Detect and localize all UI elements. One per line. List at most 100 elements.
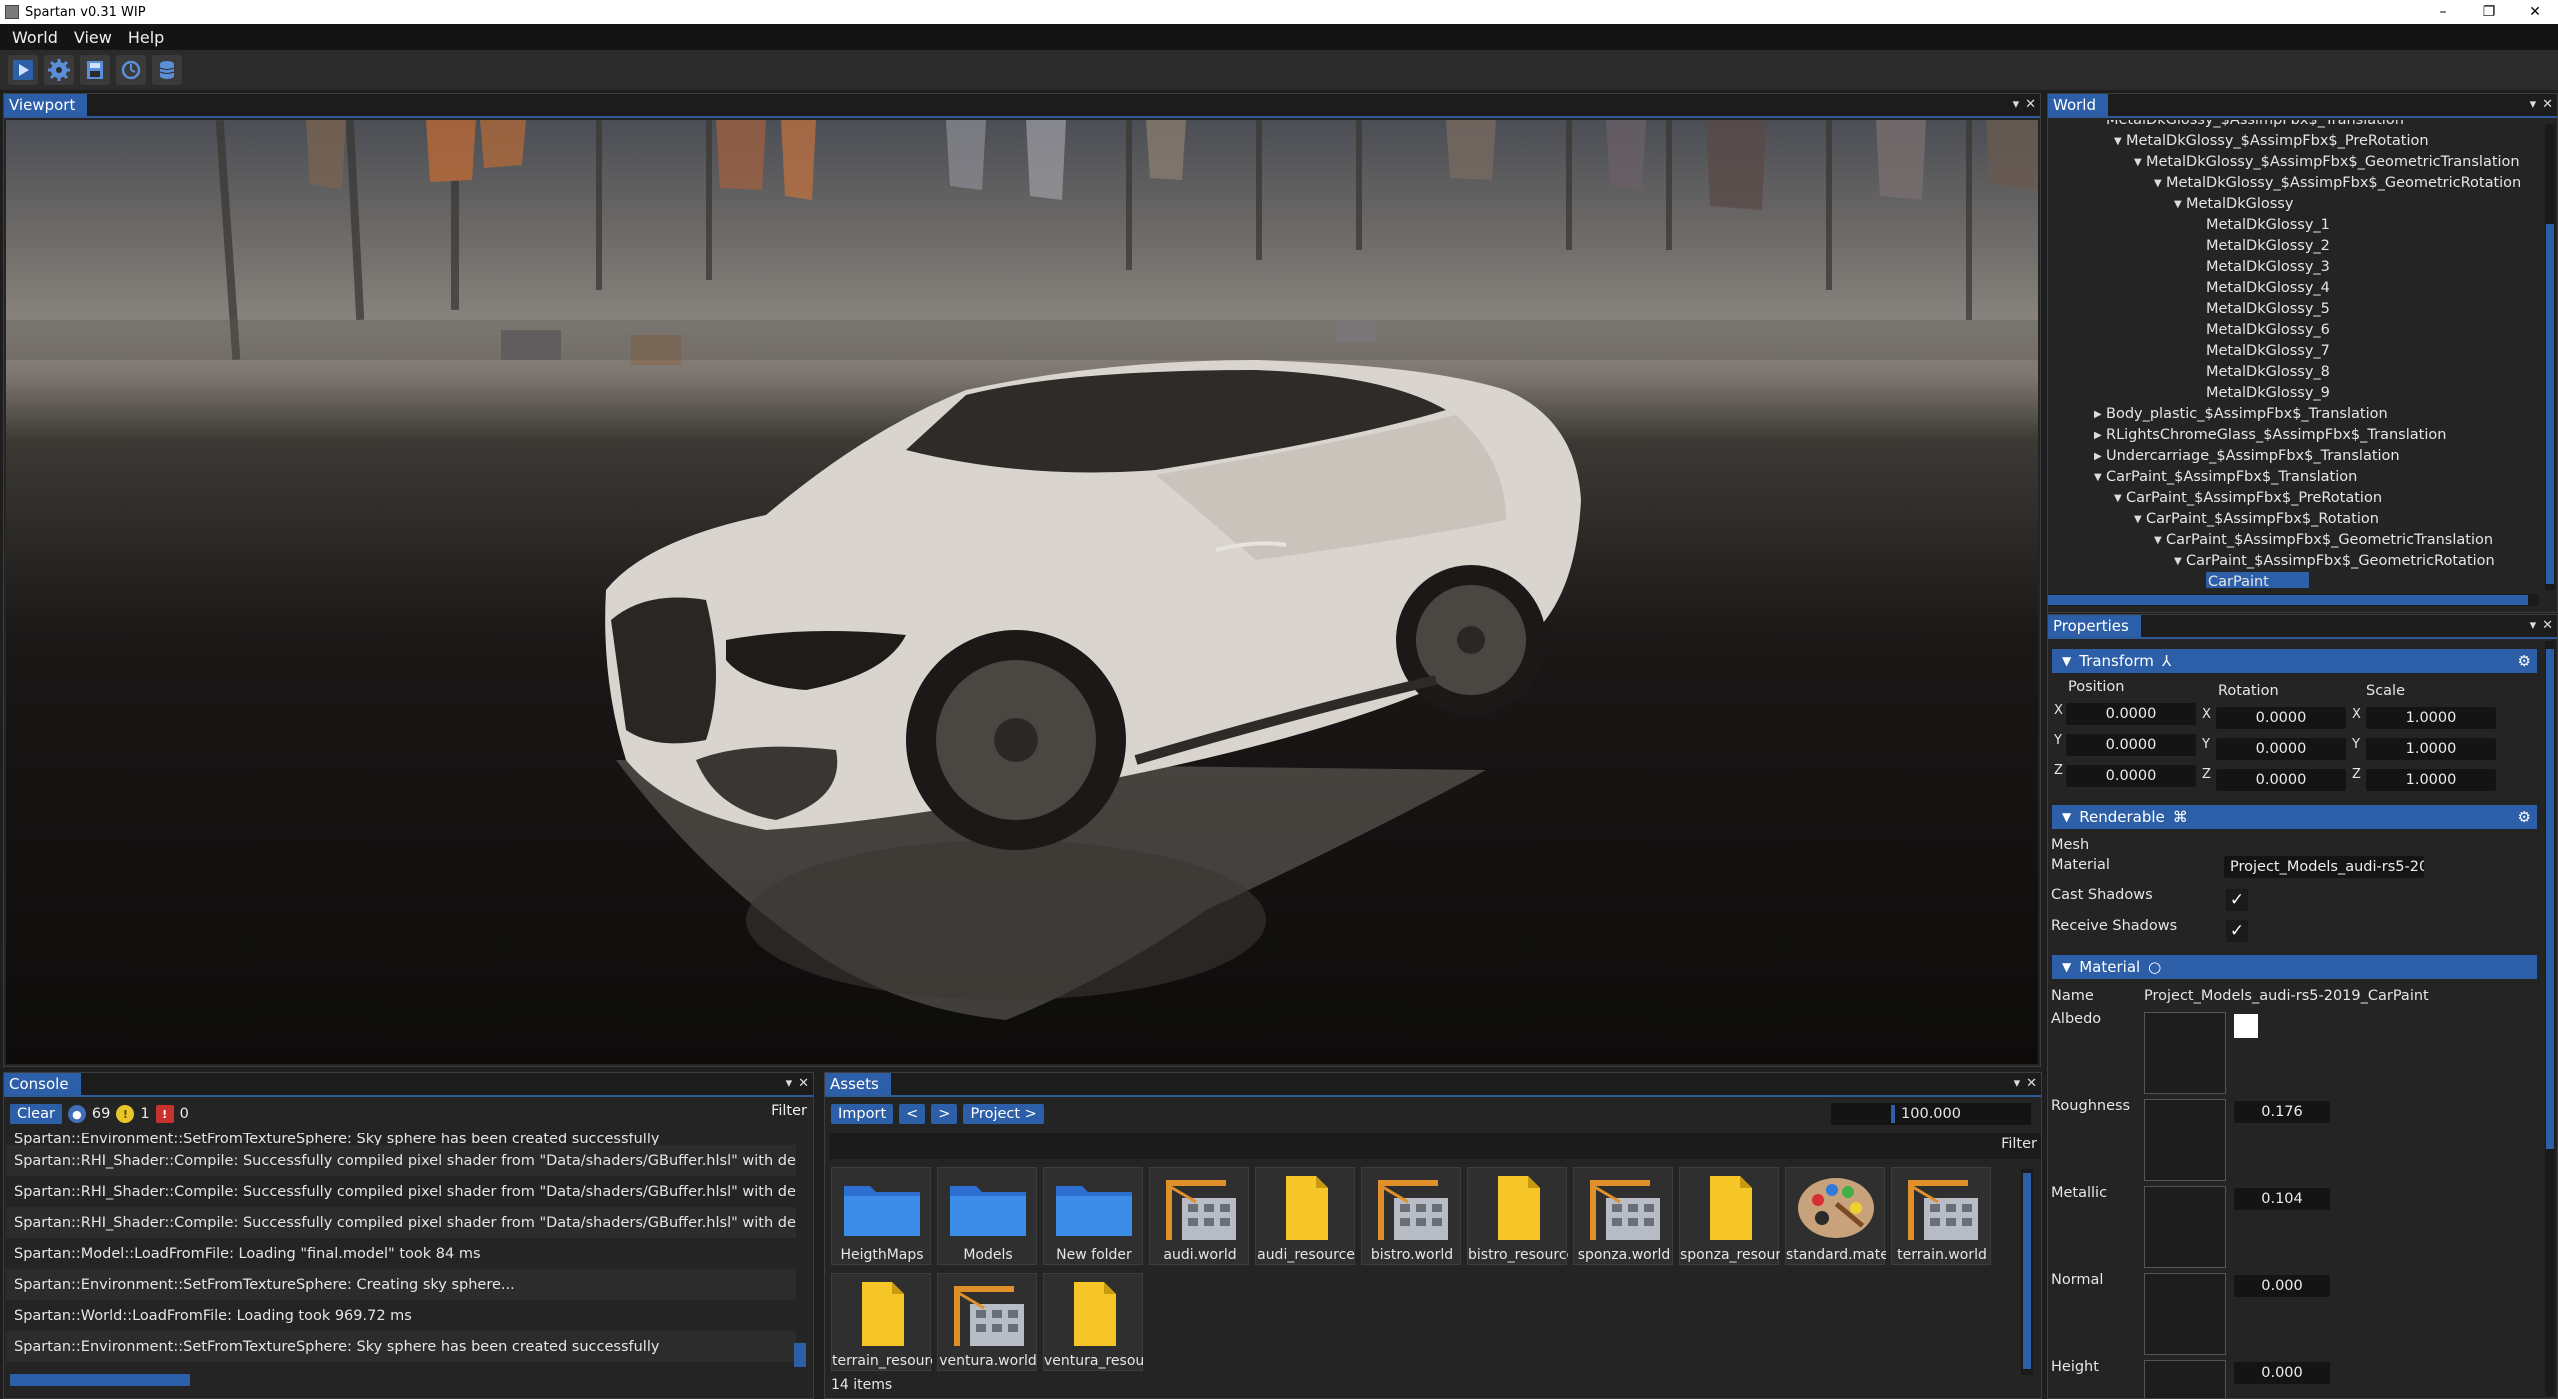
asset-item[interactable]: ventura_resource: [1043, 1273, 1144, 1371]
roughness-field[interactable]: 0.176: [2234, 1101, 2330, 1123]
console-filter-label[interactable]: Filter: [771, 1103, 807, 1119]
roughness-texture-slot[interactable]: [2144, 1099, 2226, 1181]
console-line[interactable]: Spartan::Model::LoadFromFile: Loading "f…: [6, 1238, 796, 1269]
position-z-field[interactable]: 0.0000: [2066, 765, 2196, 787]
gear-icon[interactable]: ⚙: [2518, 808, 2531, 826]
dock-menu-icon[interactable]: ▾: [786, 1076, 793, 1091]
asset-item[interactable]: sponza.world: [1573, 1167, 1673, 1265]
asset-item[interactable]: bistro.world: [1361, 1167, 1461, 1265]
console-line[interactable]: Spartan::Environment::SetFromTextureSphe…: [6, 1133, 796, 1145]
rotation-y-field[interactable]: 0.0000: [2216, 738, 2346, 760]
asset-item[interactable]: New folder: [1043, 1167, 1143, 1265]
settings-button[interactable]: [44, 55, 74, 85]
asset-item[interactable]: audi_resource: [1255, 1167, 1355, 1265]
tab-assets[interactable]: Assets: [825, 1073, 891, 1095]
expanded-arrow-icon[interactable]: ▼: [2154, 173, 2166, 194]
close-icon[interactable]: ✕: [2025, 97, 2036, 112]
close-icon[interactable]: ✕: [2542, 618, 2553, 633]
back-button[interactable]: <: [899, 1104, 926, 1124]
world-tree-item[interactable]: ▼ CarPaint_$AssimpFbx$_GeometricTranslati…: [2048, 530, 2538, 551]
world-horizontal-scrollbar[interactable]: [2048, 594, 2538, 606]
clear-button[interactable]: Clear: [10, 1104, 62, 1124]
resource-cache-button[interactable]: [152, 55, 182, 85]
world-tree-item[interactable]: ▼ MetalDkGlossy: [2048, 194, 2538, 215]
world-tree-item[interactable]: MetalDkGlossy_7: [2048, 341, 2538, 362]
albedo-texture-slot[interactable]: [2144, 1012, 2226, 1094]
console-line[interactable]: Spartan::RHI_Shader::Compile: Successful…: [6, 1176, 796, 1207]
world-tree-item[interactable]: MetalDkGlossy_3: [2048, 257, 2538, 278]
tab-properties[interactable]: Properties: [2048, 615, 2141, 637]
collapsed-arrow-icon[interactable]: ▶: [2094, 425, 2106, 446]
scale-z-field[interactable]: 1.0000: [2366, 769, 2496, 791]
asset-item[interactable]: HeigthMaps: [831, 1167, 931, 1265]
close-icon[interactable]: ✕: [2026, 1076, 2037, 1091]
world-tree-item[interactable]: ▶ RLightsChromeGlass_$AssimpFbx$_Translat…: [2048, 425, 2538, 446]
world-tree-item[interactable]: ▼ MetalDkGlossy_$AssimpFbx$_GeometricTran…: [2048, 152, 2538, 173]
world-tree-item[interactable]: MetalDkGlossy_1: [2048, 215, 2538, 236]
dock-menu-icon[interactable]: ▾: [2013, 97, 2020, 112]
expanded-arrow-icon[interactable]: ▼: [2114, 488, 2126, 509]
asset-item[interactable]: bistro_resource: [1467, 1167, 1568, 1265]
save-button[interactable]: [80, 55, 110, 85]
asset-item[interactable]: standard.material: [1785, 1167, 1886, 1265]
close-icon[interactable]: ✕: [798, 1076, 809, 1091]
cast-shadows-checkbox[interactable]: ✓: [2226, 889, 2248, 911]
console-line[interactable]: Spartan::Environment::SetFromTextureSphe…: [6, 1331, 796, 1362]
dock-menu-icon[interactable]: ▾: [2530, 97, 2537, 112]
height-texture-slot[interactable]: [2144, 1360, 2226, 1398]
position-x-field[interactable]: 0.0000: [2066, 703, 2196, 725]
rotation-x-field[interactable]: 0.0000: [2216, 707, 2346, 729]
expanded-arrow-icon[interactable]: ▼: [2094, 467, 2106, 488]
world-tree-item[interactable]: MetalDkGlossy_8: [2048, 362, 2538, 383]
warning-toggle-icon[interactable]: !: [116, 1105, 135, 1123]
maximize-button[interactable]: ❐: [2466, 0, 2512, 24]
forward-button[interactable]: >: [931, 1104, 958, 1124]
scale-y-field[interactable]: 1.0000: [2366, 738, 2496, 760]
world-tree-item[interactable]: MetalDkGlossy_6: [2048, 320, 2538, 341]
menu-view[interactable]: View: [66, 28, 120, 47]
expanded-arrow-icon[interactable]: ▼: [2154, 530, 2166, 551]
console-line[interactable]: Spartan::World::LoadFromFile: Loading to…: [6, 1300, 796, 1331]
asset-item[interactable]: ventura.world: [937, 1273, 1037, 1371]
profiler-button[interactable]: [116, 55, 146, 85]
world-tree-item[interactable]: MetalDkGlossy_9: [2048, 383, 2538, 404]
collapsed-arrow-icon[interactable]: ▶: [2094, 404, 2106, 425]
world-tree-item[interactable]: ▶ Undercarriage_$AssimpFbx$_Translation: [2048, 446, 2538, 467]
asset-item[interactable]: terrain_resource: [831, 1273, 932, 1371]
assets-vertical-scrollbar[interactable]: [2021, 1169, 2033, 1375]
path-breadcrumb[interactable]: Project >: [963, 1104, 1044, 1124]
world-vertical-scrollbar[interactable]: [2545, 124, 2555, 590]
tab-console[interactable]: Console: [4, 1073, 81, 1095]
dock-menu-icon[interactable]: ▾: [2014, 1076, 2021, 1091]
expanded-arrow-icon[interactable]: ▼: [2174, 194, 2186, 215]
world-tree-item[interactable]: CarPaint: [2048, 572, 2538, 588]
error-toggle-icon[interactable]: !: [155, 1105, 174, 1123]
assets-filter-input[interactable]: Filter: [829, 1133, 2041, 1159]
expanded-arrow-icon[interactable]: ▼: [2134, 509, 2146, 530]
transform-section-header[interactable]: ▼ Transform ⅄ ⚙: [2052, 649, 2537, 673]
asset-item[interactable]: sponza_resource: [1679, 1167, 1780, 1265]
play-button[interactable]: [8, 55, 38, 85]
world-tree-item[interactable]: ▼ MetalDkGlossy_$AssimpFbx$_GeometricRota…: [2048, 173, 2538, 194]
properties-vertical-scrollbar[interactable]: [2545, 641, 2555, 1396]
tab-viewport[interactable]: Viewport: [4, 94, 88, 116]
expanded-arrow-icon[interactable]: ▼: [2134, 152, 2146, 173]
world-tree-item[interactable]: MetalDkGlossy_$AssimpFbx$_Translation: [2048, 120, 2538, 131]
world-tree-item[interactable]: ▶ Body_plastic_$AssimpFbx$_Translation: [2048, 404, 2538, 425]
rotation-z-field[interactable]: 0.0000: [2216, 769, 2346, 791]
scale-x-field[interactable]: 1.0000: [2366, 707, 2496, 729]
position-y-field[interactable]: 0.0000: [2066, 734, 2196, 756]
thumbnail-size-slider[interactable]: 100.000: [1831, 1103, 2031, 1125]
metallic-texture-slot[interactable]: [2144, 1186, 2226, 1268]
albedo-color-swatch[interactable]: [2234, 1014, 2258, 1038]
world-tree-item[interactable]: ▼ MetalDkGlossy_$AssimpFbx$_PreRotation: [2048, 131, 2538, 152]
tab-world[interactable]: World: [2048, 94, 2108, 116]
world-tree-item[interactable]: ▼ CarPaint_$AssimpFbx$_PreRotation: [2048, 488, 2538, 509]
renderable-section-header[interactable]: ▼ Renderable ⌘ ⚙: [2052, 805, 2537, 829]
console-line[interactable]: Spartan::RHI_Shader::Compile: Successful…: [6, 1207, 796, 1238]
receive-shadows-checkbox[interactable]: ✓: [2226, 920, 2248, 942]
info-toggle-icon[interactable]: ●: [67, 1105, 86, 1123]
close-window-button[interactable]: ✕: [2512, 0, 2558, 24]
close-icon[interactable]: ✕: [2542, 97, 2553, 112]
world-tree-item[interactable]: MetalDkGlossy_5: [2048, 299, 2538, 320]
